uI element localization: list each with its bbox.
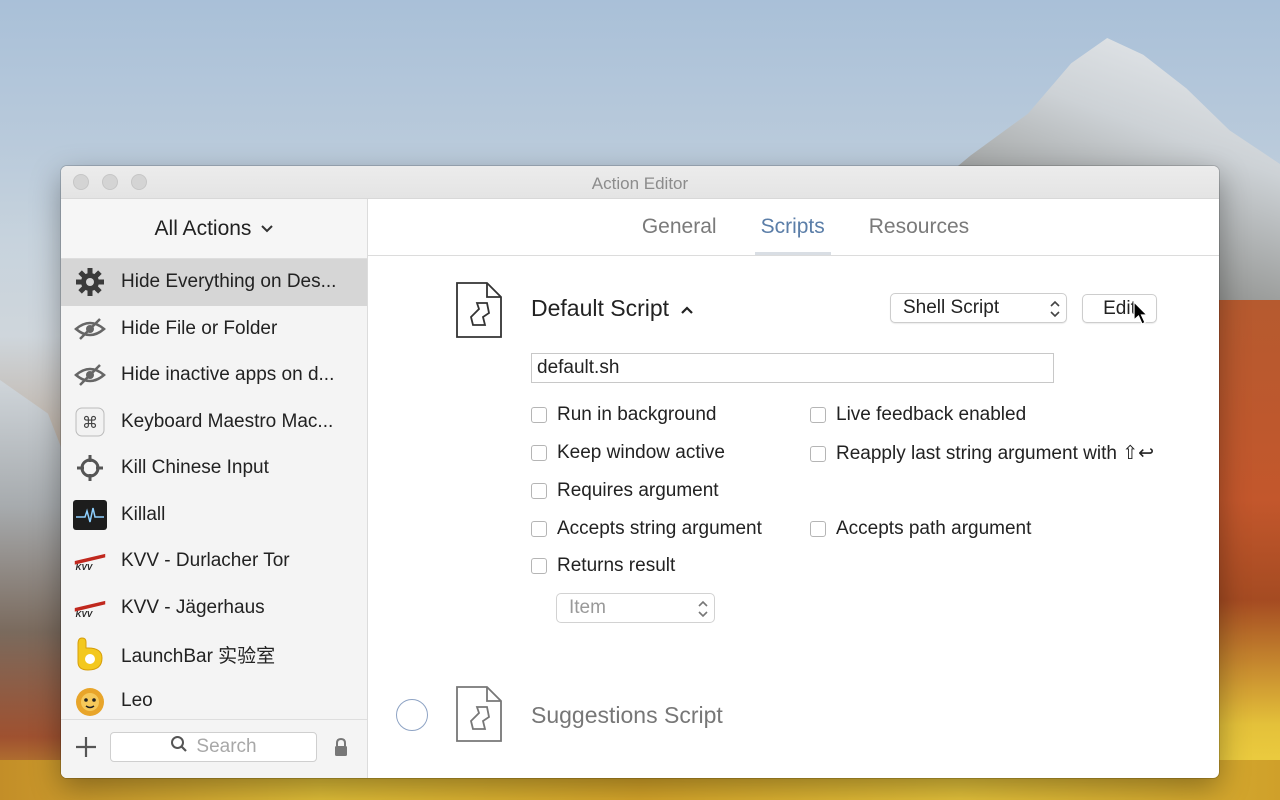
checkbox-box — [531, 445, 547, 461]
svg-text:KVV: KVV — [76, 563, 93, 572]
reapply-last-string-checkbox[interactable]: Reapply last string argument with ⇧↩ — [810, 442, 1154, 465]
script-file-icon — [455, 281, 503, 339]
activity-monitor-icon — [73, 498, 107, 532]
sidebar: All Actions Hide Everything on Des... Hi… — [61, 199, 368, 778]
list-item-label: Kill Chinese Input — [121, 457, 269, 479]
accepts-path-checkbox[interactable]: Accepts path argument — [810, 518, 1031, 540]
list-item[interactable]: KVV KVV - Jägerhaus — [61, 585, 367, 632]
search-placeholder: Search — [196, 736, 257, 757]
checkbox-box — [531, 521, 547, 537]
kvv-logo-icon: KVV — [73, 544, 107, 578]
list-item-label: KVV - Jägerhaus — [121, 596, 265, 618]
list-item-label: Killall — [121, 503, 166, 525]
list-item-label: Keyboard Maestro Mac... — [121, 410, 334, 432]
script-type-select[interactable]: Shell Script — [890, 293, 1067, 323]
checkbox-box — [810, 521, 826, 537]
title-bar: Action Editor — [61, 166, 1219, 199]
checkbox-label: Requires argument — [557, 480, 719, 501]
list-item[interactable]: Hide Everything on Des... — [61, 259, 367, 306]
checkbox-box — [531, 407, 547, 423]
chevron-down-icon — [261, 220, 274, 236]
list-item[interactable]: Killall — [61, 492, 367, 539]
run-in-background-checkbox[interactable]: Run in background — [531, 404, 717, 426]
desktop-trees — [1218, 300, 1280, 800]
window-title: Action Editor — [591, 174, 689, 193]
action-list: Hide Everything on Des... Hide File or F… — [61, 259, 367, 724]
checkbox-label: Accepts string argument — [557, 518, 762, 539]
list-item[interactable]: KVV KVV - Durlacher Tor — [61, 538, 367, 585]
search-input[interactable]: Search — [110, 732, 317, 762]
checkbox-label: Returns result — [557, 555, 676, 576]
chevron-up-icon — [681, 301, 693, 317]
list-item[interactable]: ⌘ Keyboard Maestro Mac... — [61, 399, 367, 446]
keyboard-maestro-icon: ⌘ — [73, 405, 107, 439]
hidden-eye-icon — [73, 312, 107, 346]
checkbox-box — [810, 445, 826, 462]
leo-icon — [73, 684, 107, 718]
default-script-title: Default Script — [531, 295, 670, 321]
tab-general[interactable]: General — [636, 199, 723, 255]
svg-text:KVV: KVV — [76, 610, 93, 619]
launchbar-icon — [73, 637, 107, 671]
sidebar-footer: Search — [61, 719, 367, 778]
script-file-icon — [455, 685, 503, 743]
action-editor-window: Action Editor All Actions Hide Everythin… — [61, 166, 1219, 778]
list-item[interactable]: Leo — [61, 678, 367, 725]
search-icon — [170, 735, 188, 759]
tab-bar: General Scripts Resources — [368, 199, 1219, 256]
list-item-label: Hide inactive apps on d... — [121, 364, 335, 386]
updown-arrows-icon — [1050, 299, 1060, 319]
list-item-label: Hide File or Folder — [121, 317, 278, 339]
main-panel: General Scripts Resources Default Script… — [368, 199, 1219, 778]
checkbox-box — [810, 407, 826, 423]
svg-text:⌘: ⌘ — [82, 413, 98, 432]
checkbox-label: Reapply last string argument with ⇧↩ — [836, 443, 1155, 464]
returns-result-checkbox[interactable]: Returns result — [531, 555, 675, 577]
suggestions-script-toggle[interactable] — [396, 699, 428, 731]
checkbox-label: Accepts path argument — [836, 518, 1032, 539]
crosshair-icon — [73, 451, 107, 485]
list-item-label: Hide Everything on Des... — [121, 271, 337, 293]
lock-icon[interactable] — [333, 737, 349, 762]
result-type-select[interactable]: Item — [556, 593, 715, 623]
suggestions-script-title[interactable]: Suggestions Script — [531, 702, 723, 729]
list-item-label: Leo — [121, 689, 153, 711]
tab-scripts[interactable]: Scripts — [754, 199, 831, 255]
list-item-label: LaunchBar 实验室 — [121, 645, 276, 667]
checkbox-box — [531, 483, 547, 499]
add-action-button[interactable] — [75, 736, 97, 762]
gear-icon — [73, 265, 107, 299]
list-item[interactable]: Kill Chinese Input — [61, 445, 367, 492]
tab-resources[interactable]: Resources — [863, 199, 975, 255]
default-script-header[interactable]: Default Script — [531, 295, 693, 322]
checkbox-label: Keep window active — [557, 442, 725, 463]
list-item[interactable]: LaunchBar 实验室 — [61, 631, 367, 678]
result-type-value: Item — [569, 597, 606, 618]
checkbox-label: Live feedback enabled — [836, 404, 1027, 425]
actions-filter-dropdown[interactable]: All Actions — [61, 199, 367, 259]
updown-arrows-icon — [698, 599, 708, 619]
list-item[interactable]: Hide inactive apps on d... — [61, 352, 367, 399]
actions-filter-label: All Actions — [154, 216, 252, 240]
script-filename-field[interactable]: default.sh — [531, 353, 1054, 383]
mouse-pointer-icon — [1133, 300, 1149, 330]
script-type-value: Shell Script — [903, 297, 1000, 318]
hidden-eye-icon — [73, 358, 107, 392]
checkbox-box — [531, 558, 547, 574]
checkbox-label: Run in background — [557, 404, 717, 425]
live-feedback-checkbox[interactable]: Live feedback enabled — [810, 404, 1026, 426]
list-item-label: KVV - Durlacher Tor — [121, 550, 290, 572]
keep-window-active-checkbox[interactable]: Keep window active — [531, 442, 725, 464]
accepts-string-checkbox[interactable]: Accepts string argument — [531, 518, 762, 540]
requires-argument-checkbox[interactable]: Requires argument — [531, 480, 719, 502]
kvv-logo-icon: KVV — [73, 591, 107, 625]
list-item[interactable]: Hide File or Folder — [61, 306, 367, 353]
